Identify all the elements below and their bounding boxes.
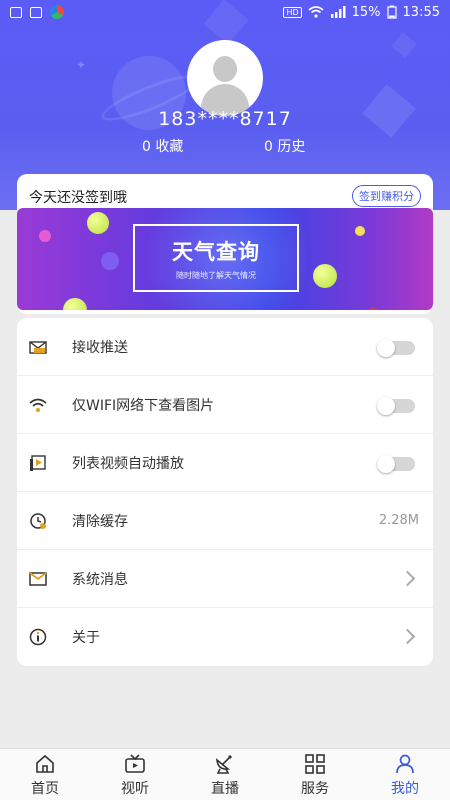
settings-row-wifi-images[interactable]: 仅WIFI网络下查看图片: [17, 376, 433, 434]
nav-label: 直播: [211, 781, 239, 797]
nav-label: 视听: [121, 781, 149, 797]
nav-item-audio-visual[interactable]: 视听: [90, 749, 180, 800]
nav-item-mine[interactable]: 我的: [360, 749, 450, 800]
image-notification-icon: [10, 6, 22, 18]
settings-row-label: 仅WIFI网络下查看图片: [72, 397, 215, 414]
tv-icon: [125, 754, 145, 773]
nav-label: 服务: [301, 781, 329, 797]
settings-row-label: 接收推送: [72, 339, 128, 356]
app-notification-icon: [50, 5, 64, 19]
settings-row-label: 清除缓存: [72, 513, 128, 530]
cache-size-value: 2.28M: [378, 513, 419, 528]
avatar-head-shape: [213, 56, 237, 82]
satellite-dish-icon: [216, 755, 232, 774]
sign-in-card: 今天还没签到哦 签到赚积分 天气查询 随时随地了解天气情况: [17, 174, 433, 314]
chevron-right-icon: [399, 570, 416, 587]
sign-in-button[interactable]: 签到赚积分: [352, 185, 421, 207]
grid-icon: [305, 754, 325, 774]
ball-decoration: [39, 230, 51, 242]
hd-badge: HD: [283, 6, 302, 18]
battery-icon: [386, 5, 397, 19]
user-icon: [396, 754, 414, 774]
ball-decoration: [63, 298, 87, 310]
avatar[interactable]: [187, 40, 263, 116]
wifi-images-toggle[interactable]: [377, 397, 415, 415]
chevron-right-icon: [399, 628, 416, 645]
settings-row-push[interactable]: 接收推送: [17, 318, 433, 376]
toggle-knob: [377, 455, 395, 473]
nav-item-services[interactable]: 服务: [270, 749, 360, 800]
settings-row-clear-cache[interactable]: 清除缓存 2.28M: [17, 492, 433, 550]
nav-item-home[interactable]: 首页: [0, 749, 90, 800]
settings-row-label: 关于: [72, 630, 100, 646]
user-phone-number: 183****8717: [158, 108, 292, 130]
history-label: 历史: [277, 139, 306, 155]
square-decoration: [391, 32, 417, 58]
ball-decoration: [355, 226, 365, 236]
favorites-label: 收藏: [155, 139, 184, 155]
settings-row-about[interactable]: 关于: [17, 608, 433, 666]
favorites-stat[interactable]: 0 收藏: [142, 136, 183, 156]
envelope-icon: [29, 572, 47, 586]
ball-decoration: [101, 252, 119, 270]
nav-label: 我的: [391, 781, 419, 797]
cell-signal-icon: [330, 6, 346, 18]
sign-in-status-text: 今天还没签到哦: [29, 190, 127, 206]
ball-decoration: [363, 308, 383, 310]
nav-item-live[interactable]: 直播: [180, 749, 270, 800]
push-toggle[interactable]: [377, 339, 415, 357]
battery-percentage: 15%: [351, 4, 381, 20]
history-count: 0: [264, 139, 273, 155]
wifi-signal-icon: [308, 6, 324, 18]
settings-row-label: 列表视频自动播放: [72, 455, 184, 472]
star-decoration: ✦: [76, 58, 87, 72]
status-bar: HD 15% 13:55: [0, 0, 450, 24]
ball-decoration: [313, 264, 337, 288]
banner-title: 天气查询: [172, 239, 260, 264]
banner-subtitle: 随时随地了解天气情况: [176, 271, 256, 280]
home-icon: [36, 754, 54, 773]
clock-time: 13:55: [402, 4, 440, 20]
ball-decoration: [87, 212, 109, 234]
toggle-knob: [377, 339, 395, 357]
bottom-navigation: 首页 视听 直播 服务 我的: [0, 748, 450, 800]
settings-list: 接收推送 仅WIFI网络下查看图片 列表视频自动播放 清除缓存 2.28M 系统…: [17, 318, 433, 666]
nav-label: 首页: [31, 781, 59, 797]
settings-row-label: 系统消息: [72, 571, 128, 588]
video-play-icon: [30, 455, 46, 471]
history-stat[interactable]: 0 历史: [264, 136, 305, 156]
toggle-knob: [377, 397, 395, 415]
message-icon: [29, 341, 47, 354]
settings-row-autoplay[interactable]: 列表视频自动播放: [17, 434, 433, 492]
wifi-icon: [29, 398, 47, 412]
clock-icon: [30, 513, 46, 529]
info-icon: [29, 628, 47, 646]
favorites-count: 0: [142, 139, 151, 155]
checkbox-notification-icon: [30, 6, 42, 18]
settings-row-system-messages[interactable]: 系统消息: [17, 550, 433, 608]
weather-banner[interactable]: 天气查询 随时随地了解天气情况: [17, 208, 433, 310]
banner-title-box: 天气查询 随时随地了解天气情况: [133, 224, 299, 292]
autoplay-toggle[interactable]: [377, 455, 415, 473]
